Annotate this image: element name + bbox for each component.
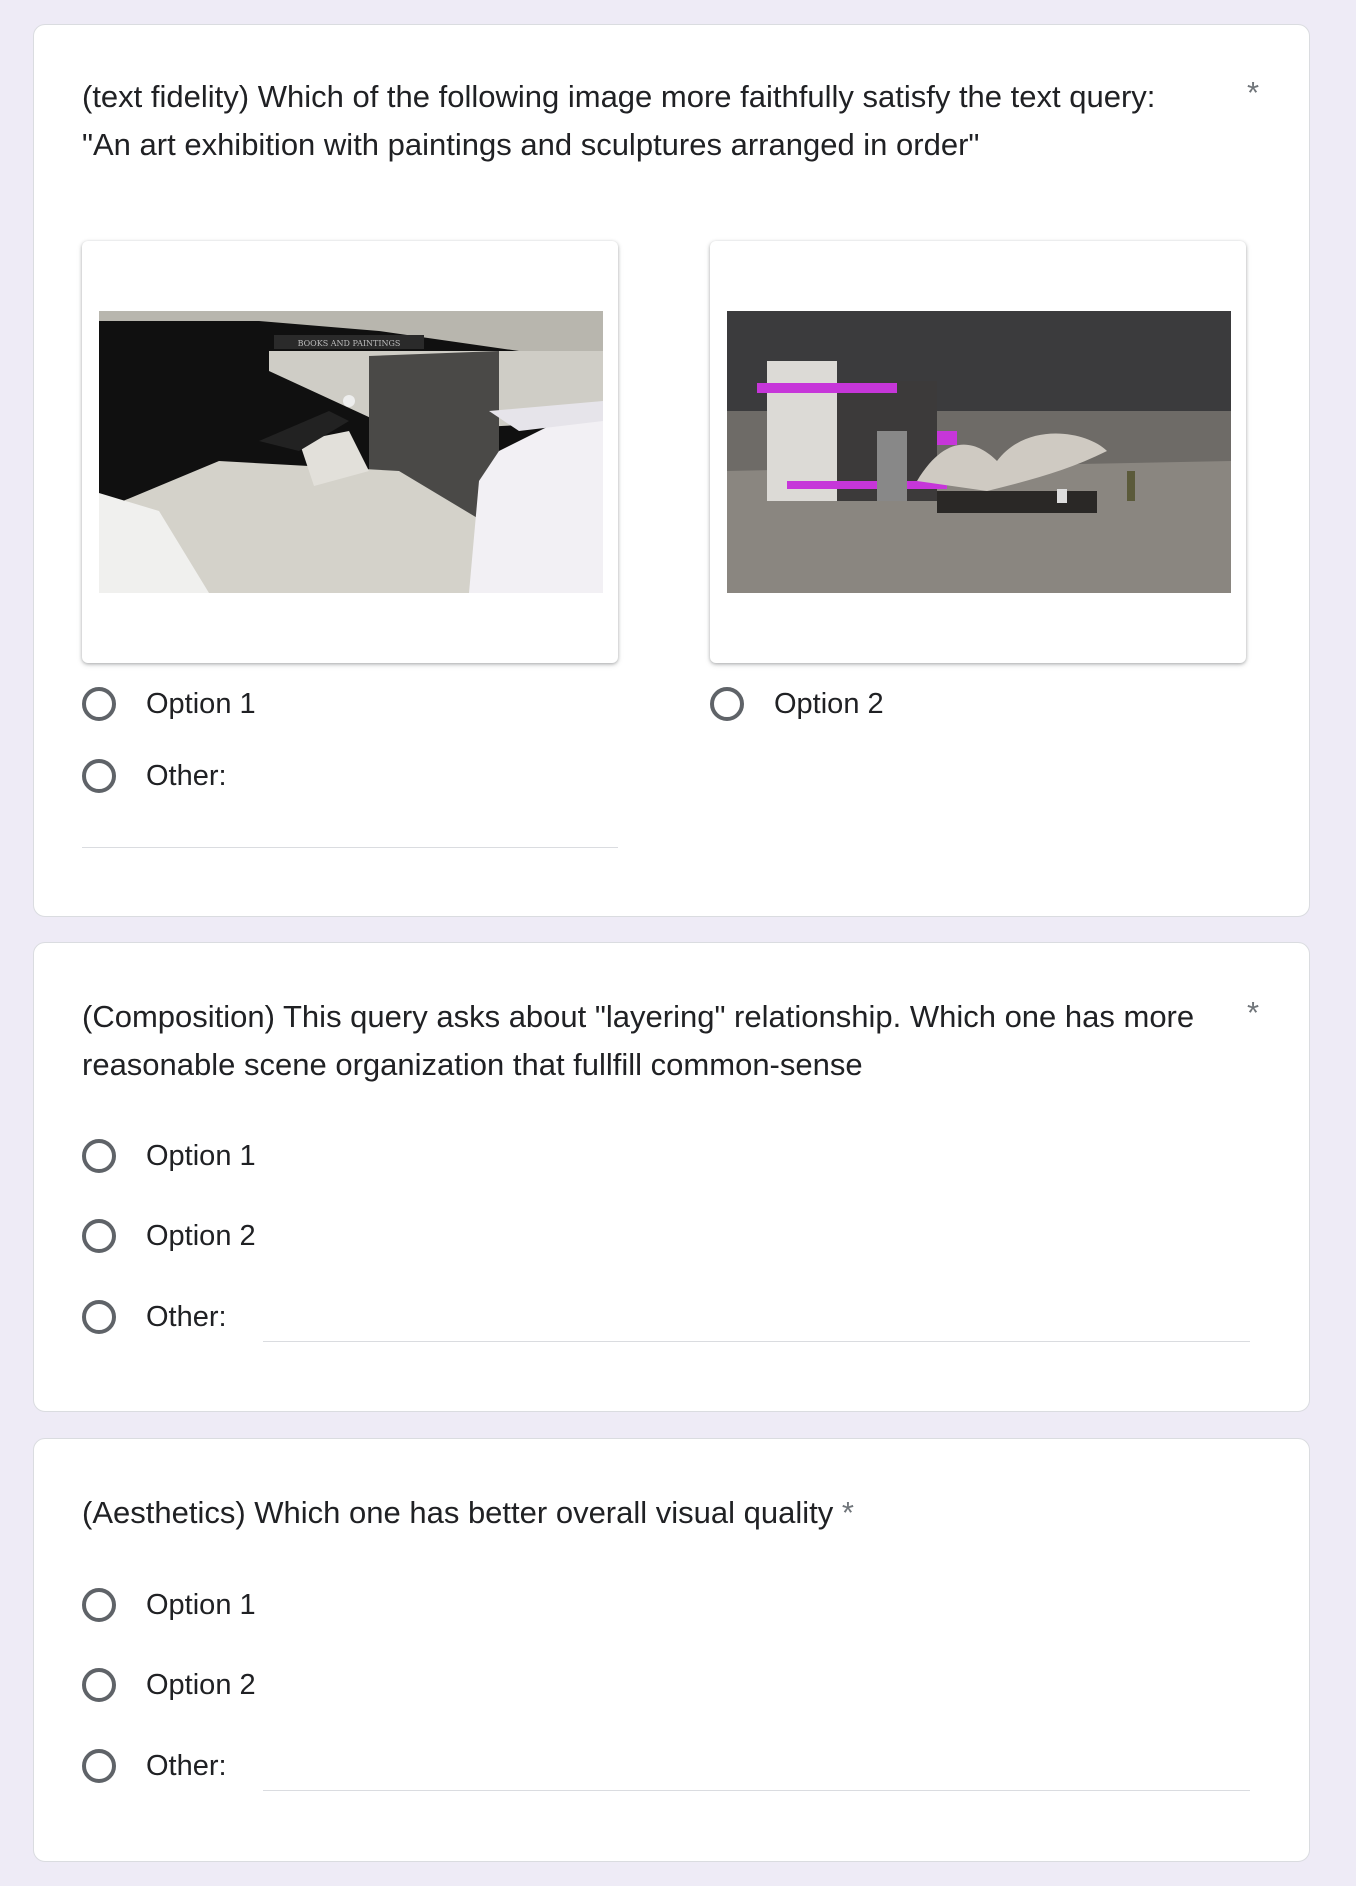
other-text-input[interactable]: [263, 1790, 1250, 1791]
option-2-choice[interactable]: Option 2: [82, 1219, 256, 1253]
option-2-choice[interactable]: Option 2: [710, 687, 884, 721]
option-1-choice[interactable]: Option 1: [82, 1588, 256, 1622]
required-asterisk: *: [841, 1495, 854, 1530]
other-text-input[interactable]: [263, 1341, 1250, 1342]
question-title-line-2: reasonable scene organization that fullf…: [82, 1047, 863, 1082]
other-choice[interactable]: Other:: [82, 1749, 227, 1783]
other-label: Other:: [146, 1300, 227, 1333]
option-2-image-card[interactable]: [710, 241, 1246, 663]
option-1-radio[interactable]: [82, 1139, 116, 1173]
question-card-composition: (Composition) This query asks about "lay…: [33, 942, 1310, 1412]
option-1-image: BOOKS AND PAINTINGS: [99, 311, 603, 593]
required-asterisk: *: [1247, 75, 1260, 110]
question-title-line-1: (Composition) This query asks about "lay…: [82, 999, 1195, 1034]
question-title-line-1: (text fidelity) Which of the following i…: [82, 79, 1156, 114]
question-title: (Aesthetics) Which one has better overal…: [82, 1489, 854, 1537]
question-title: (text fidelity) Which of the following i…: [82, 73, 1229, 169]
option-1-choice[interactable]: Option 1: [82, 1139, 256, 1173]
question-title: (Composition) This query asks about "lay…: [82, 993, 1229, 1089]
other-choice[interactable]: Other:: [82, 759, 227, 793]
option-2-choice[interactable]: Option 2: [82, 1668, 256, 1702]
other-label: Other:: [146, 759, 227, 792]
option-2-label: Option 2: [146, 1668, 256, 1701]
option-1-label: Option 1: [146, 1588, 256, 1621]
question-card-aesthetics: (Aesthetics) Which one has better overal…: [33, 1438, 1310, 1862]
other-radio[interactable]: [82, 759, 116, 793]
option-1-label: Option 1: [146, 687, 256, 720]
option-1-choice[interactable]: Option 1: [82, 687, 256, 721]
other-text-input[interactable]: [82, 847, 618, 848]
render-image-2: [727, 311, 1231, 593]
option-1-label: Option 1: [146, 1139, 256, 1172]
option-2-radio[interactable]: [82, 1219, 116, 1253]
image-sign-text: BOOKS AND PAINTINGS: [298, 339, 401, 348]
option-2-image: [727, 311, 1231, 593]
option-2-label: Option 2: [774, 687, 884, 720]
option-1-radio[interactable]: [82, 1588, 116, 1622]
option-2-radio[interactable]: [82, 1668, 116, 1702]
question-title-text: (Aesthetics) Which one has better overal…: [82, 1495, 834, 1530]
other-radio[interactable]: [82, 1300, 116, 1334]
other-radio[interactable]: [82, 1749, 116, 1783]
option-2-label: Option 2: [146, 1219, 256, 1252]
other-choice[interactable]: Other:: [82, 1300, 227, 1334]
option-1-radio[interactable]: [82, 687, 116, 721]
render-image-1: BOOKS AND PAINTINGS: [99, 311, 603, 593]
option-1-image-card[interactable]: BOOKS AND PAINTINGS: [82, 241, 618, 663]
question-card-text-fidelity: (text fidelity) Which of the following i…: [33, 24, 1310, 917]
question-title-line-2: "An art exhibition with paintings and sc…: [82, 127, 980, 162]
required-asterisk: *: [1247, 995, 1260, 1030]
other-label: Other:: [146, 1749, 227, 1782]
option-2-radio[interactable]: [710, 687, 744, 721]
